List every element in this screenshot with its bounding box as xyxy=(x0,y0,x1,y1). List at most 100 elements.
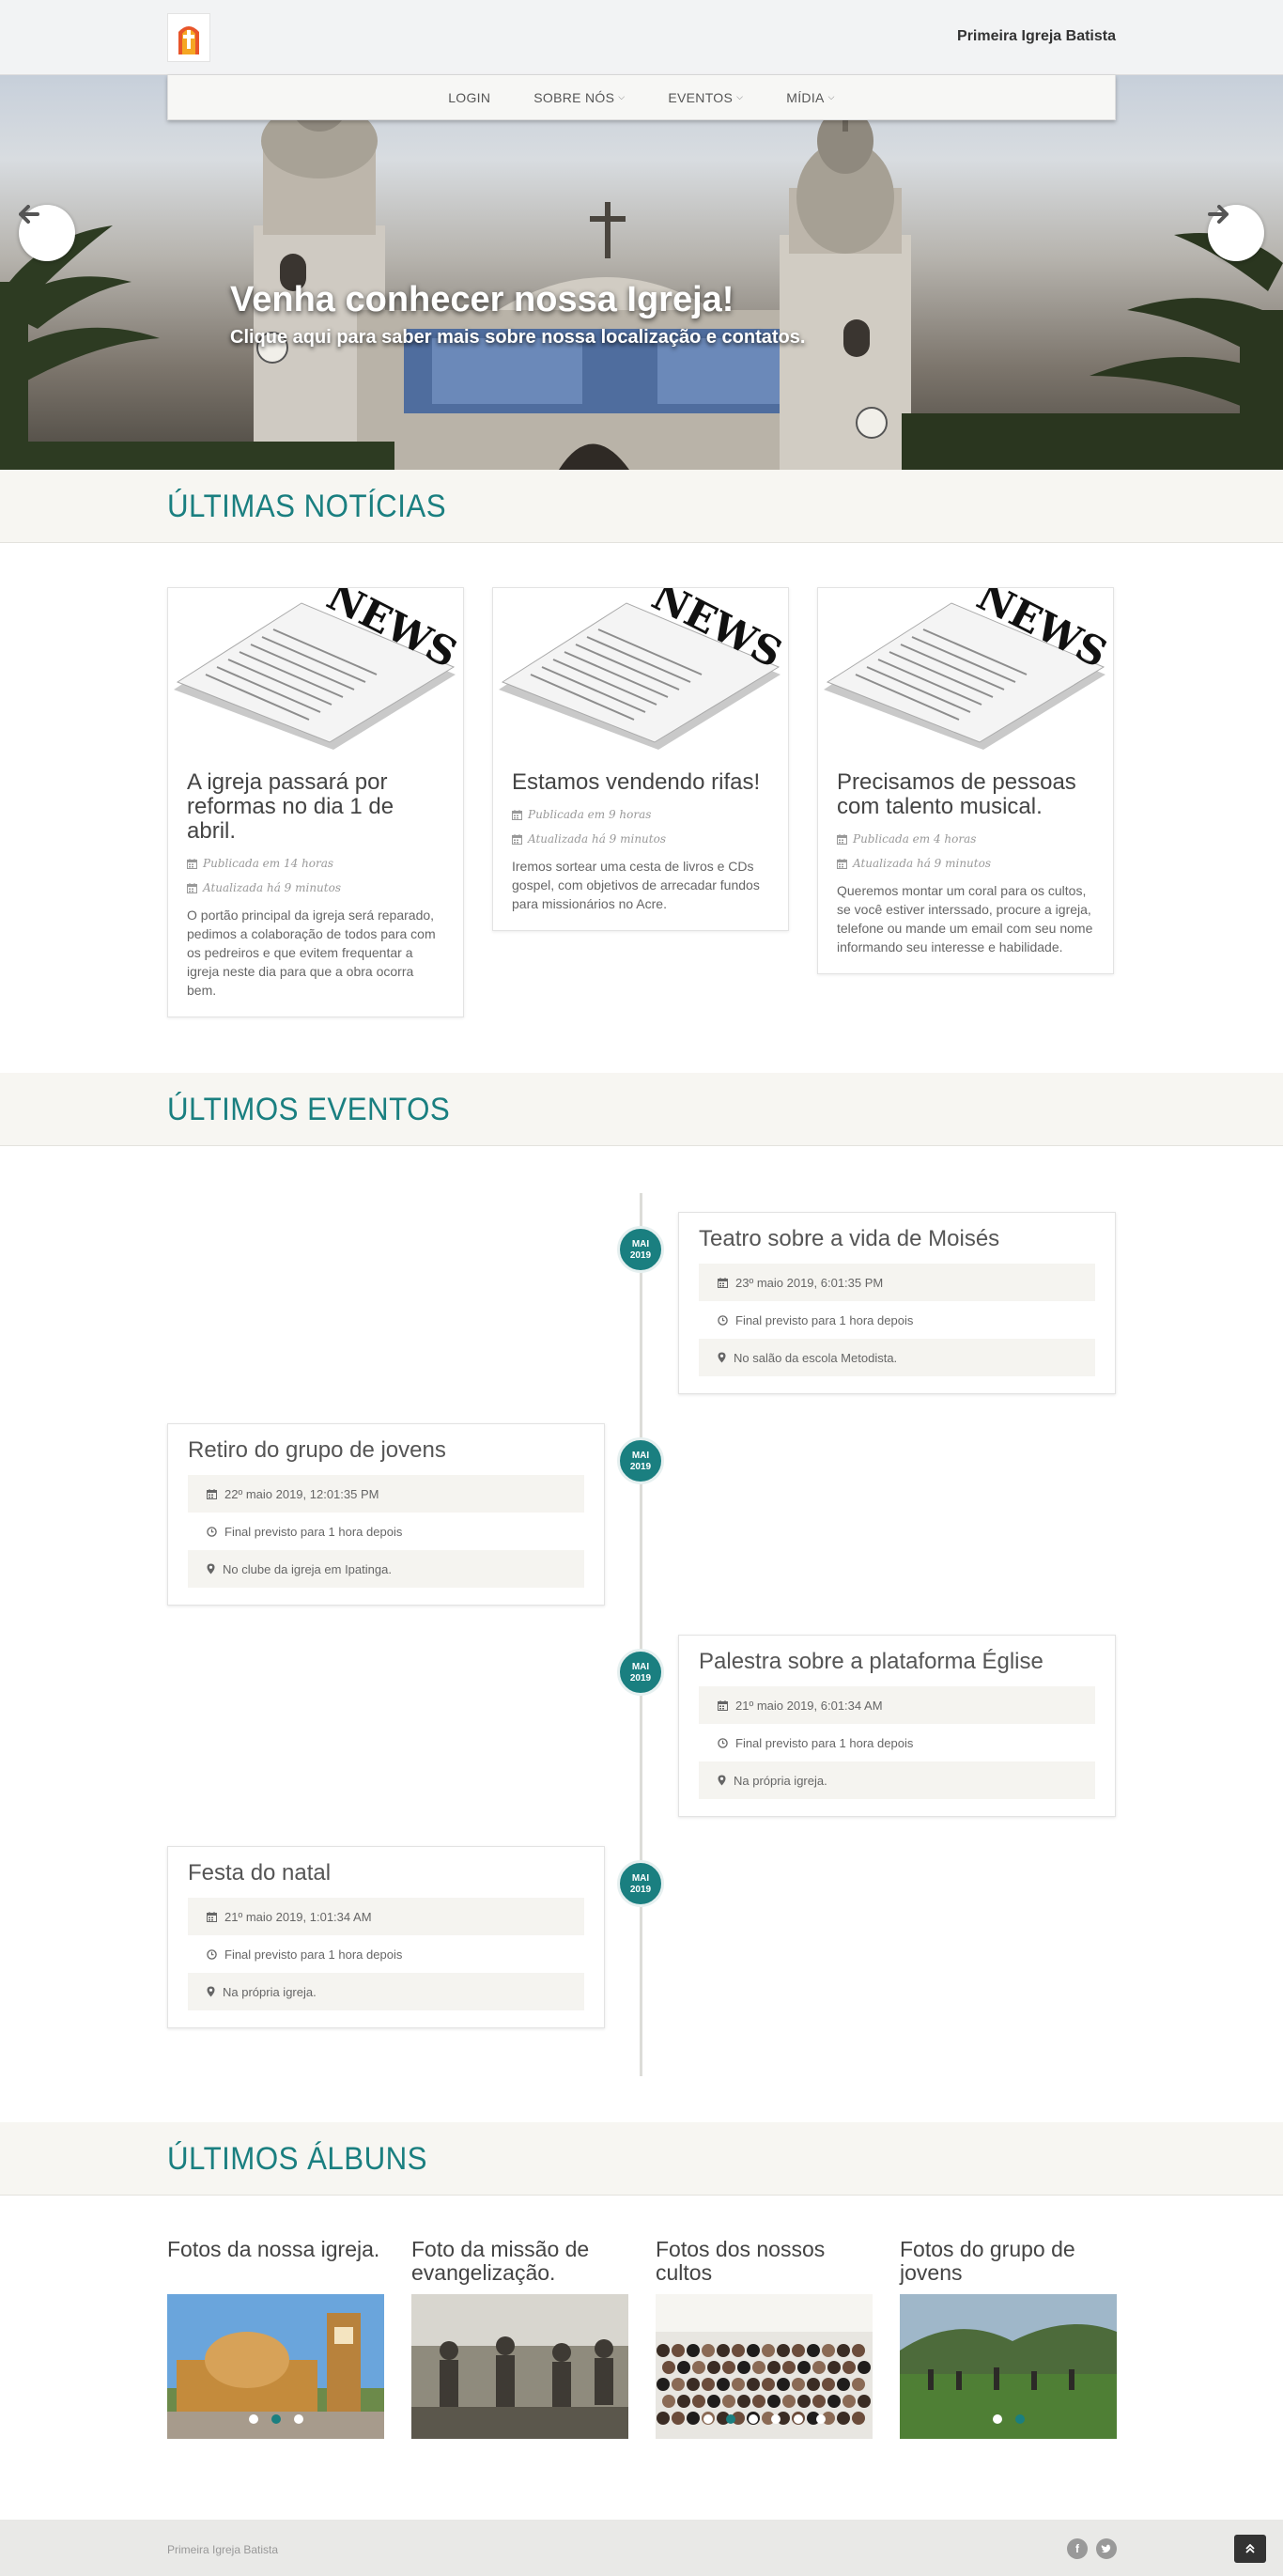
event-date: 23º maio 2019, 6:01:35 PM xyxy=(699,1264,1095,1301)
double-chevron-up-icon xyxy=(1245,2544,1255,2553)
carousel-dot[interactable] xyxy=(725,2414,735,2424)
news-card[interactable]: NEWS Estamos vendendo rifas! Publicada em … xyxy=(492,587,789,931)
event-card[interactable]: Teatro sobre a vida de Moisés 23º maio 20… xyxy=(678,1212,1116,1394)
event-card[interactable]: Retiro do grupo de jovens 22º maio 2019, … xyxy=(167,1423,605,1606)
calendar-icon xyxy=(718,1277,728,1288)
badge-month: MAI xyxy=(631,1451,650,1461)
carousel-dot[interactable] xyxy=(748,2414,758,2424)
nav-sobre-nos[interactable]: SOBRE NÓS ⌵ xyxy=(512,90,646,105)
news-heading: ÚLTIMAS NOTÍCIAS xyxy=(167,489,447,524)
hero-title[interactable]: Venha conhecer nossa Igreja! xyxy=(230,280,734,320)
news-updated-text: Atualizada há 9 minutos xyxy=(203,881,341,894)
album-card[interactable]: Fotos do grupo de jovens xyxy=(900,2238,1117,2439)
top-header: Primeira Igreja Batista xyxy=(0,0,1283,75)
timeline-date-badge: MAI 2019 xyxy=(617,1649,664,1696)
event-title[interactable]: Teatro sobre a vida de Moisés xyxy=(699,1226,1095,1252)
news-updated: Atualizada há 9 minutos xyxy=(837,857,1094,870)
nav-sobre-nos-label: SOBRE NÓS xyxy=(533,89,615,105)
events-section-header: ÚLTIMOS EVENTOS xyxy=(0,1073,1283,1146)
album-card[interactable]: Fotos da nossa igreja. xyxy=(167,2238,384,2439)
event-duration-text: Final previsto para 1 hora depois xyxy=(224,1524,403,1539)
album-carousel[interactable] xyxy=(900,2294,1117,2439)
calendar-icon xyxy=(837,833,847,845)
nav-login[interactable]: LOGIN xyxy=(426,90,512,105)
brand-name[interactable]: Primeira Igreja Batista xyxy=(957,28,1116,45)
map-marker-icon xyxy=(207,1563,215,1575)
news-published-text: Publicada em 4 horas xyxy=(853,832,977,846)
album-carousel[interactable] xyxy=(167,2294,384,2439)
carousel-indicators xyxy=(167,2414,384,2424)
album-title[interactable]: Fotos do grupo de jovens xyxy=(900,2238,1117,2294)
album-title[interactable]: Fotos dos nossos cultos xyxy=(656,2238,873,2294)
carousel-dot[interactable] xyxy=(815,2414,826,2424)
carousel-next-button[interactable] xyxy=(1208,205,1264,261)
event-location: No clube da igreja em Ipatinga. xyxy=(188,1550,584,1588)
news-updated: Atualizada há 9 minutos xyxy=(187,881,444,894)
event-card[interactable]: Palestra sobre a plataforma Église 21º ma… xyxy=(678,1635,1116,1817)
album-carousel[interactable] xyxy=(656,2294,873,2439)
album-title[interactable]: Foto da missão de evangelização. xyxy=(411,2238,628,2294)
event-location-text: Na própria igreja. xyxy=(223,1984,317,1999)
news-published-text: Publicada em 9 horas xyxy=(528,808,652,821)
albums-heading: ÚLTIMOS ÁLBUNS xyxy=(167,2141,428,2177)
facebook-icon[interactable]: f xyxy=(1067,2538,1088,2559)
badge-year: 2019 xyxy=(629,1250,652,1261)
carousel-indicators xyxy=(900,2414,1117,2424)
newspaper-image: NEWS xyxy=(499,588,788,750)
event-title[interactable]: Palestra sobre a plataforma Église xyxy=(699,1649,1095,1675)
cross-logo-icon xyxy=(178,26,199,54)
badge-year: 2019 xyxy=(629,1885,652,1895)
arrow-right-icon xyxy=(1208,205,1229,224)
news-title[interactable]: Precisamos de pessoas com talento musica… xyxy=(837,770,1094,819)
carousel-dot[interactable] xyxy=(703,2414,713,2424)
event-duration: Final previsto para 1 hora depois xyxy=(699,1301,1095,1339)
news-card[interactable]: NEWS Precisamos de pessoas com talento mu… xyxy=(817,587,1114,974)
news-image[interactable]: NEWS xyxy=(168,588,463,753)
twitter-icon[interactable] xyxy=(1096,2538,1117,2559)
carousel-dot[interactable] xyxy=(992,2414,1002,2424)
calendar-icon xyxy=(187,882,197,893)
news-updated-text: Atualizada há 9 minutos xyxy=(528,832,666,846)
news-text: Queremos montar um coral para os cultos,… xyxy=(837,883,1093,954)
hero-subtitle[interactable]: Clique aqui para saber mais sobre nossa … xyxy=(230,327,805,349)
scroll-to-top-button[interactable] xyxy=(1234,2535,1266,2563)
news-title[interactable]: A igreja passará por reformas no dia 1 d… xyxy=(187,770,444,844)
album-card[interactable]: Fotos dos nossos cultos xyxy=(656,2238,873,2439)
clock-icon xyxy=(718,1314,728,1326)
carousel-dot[interactable] xyxy=(248,2414,258,2424)
timeline-date-badge: MAI 2019 xyxy=(617,1860,664,1907)
albums-section-header: ÚLTIMOS ÁLBUNS xyxy=(0,2122,1283,2196)
church-logo[interactable] xyxy=(167,13,210,62)
news-card[interactable]: NEWS A igreja passará por reformas no dia… xyxy=(167,587,464,1017)
news-title[interactable]: Estamos vendendo rifas! xyxy=(512,770,769,795)
carousel-prev-button[interactable] xyxy=(19,205,75,261)
event-duration: Final previsto para 1 hora depois xyxy=(699,1724,1095,1761)
chevron-down-icon: ⌵ xyxy=(827,92,835,101)
badge-month: MAI xyxy=(631,1662,650,1672)
calendar-icon xyxy=(837,858,847,869)
album-carousel[interactable] xyxy=(411,2294,628,2439)
calendar-icon xyxy=(187,858,197,869)
carousel-dot[interactable] xyxy=(770,2414,781,2424)
album-title[interactable]: Fotos da nossa igreja. xyxy=(167,2238,384,2294)
nav-eventos[interactable]: EVENTOS ⌵ xyxy=(646,90,765,105)
footer: Primeira Igreja Batista f xyxy=(0,2520,1283,2576)
event-title[interactable]: Retiro do grupo de jovens xyxy=(188,1437,584,1464)
news-text: Iremos sortear uma cesta de livros e CDs… xyxy=(512,859,760,911)
calendar-icon xyxy=(512,833,522,845)
nav-login-label: LOGIN xyxy=(448,89,491,105)
carousel-dot[interactable] xyxy=(271,2414,281,2424)
album-card[interactable]: Foto da missão de evangelização. xyxy=(411,2238,628,2439)
carousel-dot[interactable] xyxy=(1014,2414,1025,2424)
news-image[interactable]: NEWS xyxy=(493,588,788,753)
event-card[interactable]: Festa do natal 21º maio 2019, 1:01:34 AM F… xyxy=(167,1846,605,2028)
event-title[interactable]: Festa do natal xyxy=(188,1860,584,1886)
nav-midia-label: MÍDIA xyxy=(786,89,825,105)
chevron-down-icon: ⌵ xyxy=(618,92,626,101)
nav-midia[interactable]: MÍDIA ⌵ xyxy=(765,90,857,105)
news-image[interactable]: NEWS xyxy=(818,588,1113,753)
newspaper-image: NEWS xyxy=(824,588,1113,750)
chevron-down-icon: ⌵ xyxy=(736,92,744,101)
carousel-dot[interactable] xyxy=(293,2414,303,2424)
carousel-dot[interactable] xyxy=(793,2414,803,2424)
